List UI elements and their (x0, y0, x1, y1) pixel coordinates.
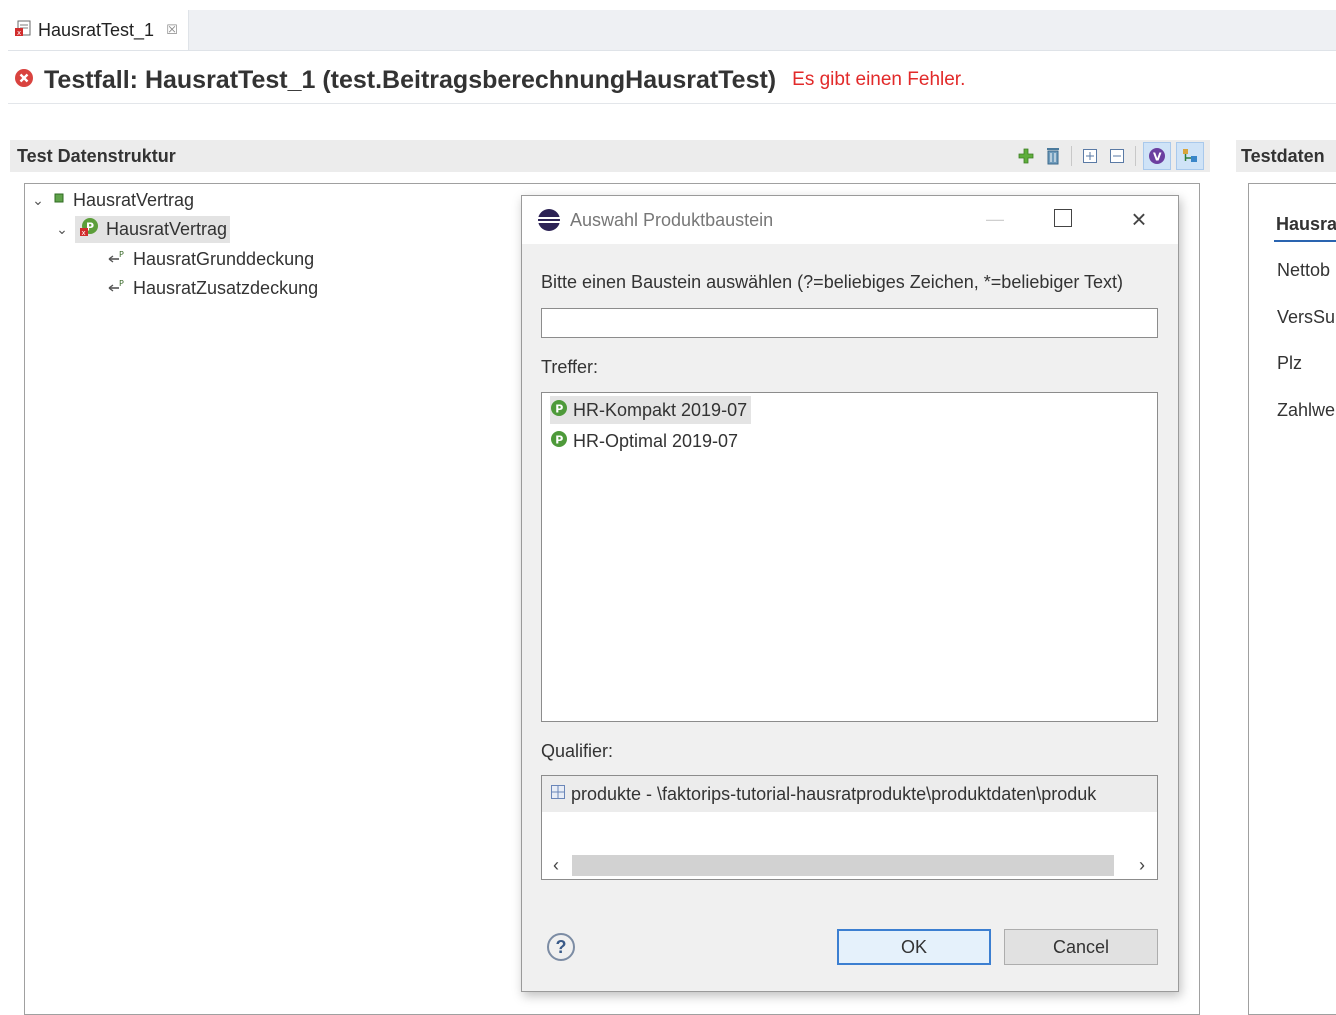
maximize-icon[interactable] (1054, 209, 1072, 227)
product-component-icon: P (550, 430, 568, 453)
search-prompt-label: Bitte einen Baustein auswählen (?=belieb… (541, 272, 1124, 292)
tree-item-selection[interactable]: Px HausratVertrag (75, 215, 231, 243)
horizontal-scrollbar[interactable]: ‹ › (542, 852, 1157, 879)
list-item[interactable]: P HR-Kompakt 2019-07 (550, 396, 752, 424)
editor-tab-label: HausratTest_1 (38, 19, 155, 40)
qualifier-label: Qualifier: (541, 741, 614, 761)
results-label: Treffer: (541, 357, 599, 377)
results-list[interactable]: P HR-Kompakt 2019-07 P HR-Optimal 2019-0… (541, 392, 1158, 722)
tree-item-label: HausratGrunddeckung (133, 248, 315, 269)
eclipse-icon (537, 208, 561, 237)
cancel-button[interactable]: Cancel (1004, 929, 1158, 965)
svg-text:P: P (555, 402, 563, 415)
editor-tab[interactable]: x HausratTest_1 ☒ (8, 10, 189, 50)
add-icon[interactable] (1015, 145, 1037, 167)
coverage-link-icon: P (107, 249, 127, 270)
scroll-left-icon[interactable]: ‹ (546, 852, 566, 879)
test-case-icon: x (14, 19, 32, 42)
list-item-label: HR-Optimal 2019-07 (573, 430, 739, 451)
tree-item[interactable]: P HausratGrunddeckung (107, 245, 314, 273)
svg-text:P: P (119, 279, 124, 288)
section-title: Testdaten (1241, 146, 1325, 166)
svg-text:V: V (1153, 151, 1162, 164)
field-label: VersSu (1277, 307, 1336, 327)
svg-text:x: x (17, 29, 21, 37)
error-icon (14, 68, 34, 93)
search-input[interactable] (541, 308, 1158, 338)
svg-text:P: P (119, 250, 124, 259)
minimize-icon[interactable]: — (984, 204, 1006, 234)
expand-all-icon[interactable] (1079, 145, 1101, 167)
chevron-down-icon[interactable]: ⌄ (55, 221, 69, 238)
field-label: Nettob (1277, 260, 1331, 280)
link-icon[interactable] (1176, 142, 1204, 170)
tab-close-icon[interactable]: ☒ (166, 22, 178, 38)
editor-header: Testfall: HausratTest_1 (test.Beitragsbe… (14, 62, 965, 98)
package-fragment-icon (550, 784, 566, 805)
list-item-label: HR-Kompakt 2019-07 (573, 399, 748, 420)
list-item[interactable]: produkte - \faktorips-tutorial-hausratpr… (542, 776, 1157, 812)
tree-item[interactable]: ⌄ HausratVertrag (31, 186, 194, 214)
close-icon[interactable]: × (1126, 204, 1152, 234)
group-title-underline (1274, 240, 1336, 242)
list-item[interactable]: P HR-Optimal 2019-07 (550, 427, 742, 455)
test-data-section-header: Testdaten (1236, 140, 1336, 172)
product-component-icon: P (550, 399, 568, 422)
coverage-link-icon: P (107, 278, 127, 299)
tree-item-label: HausratVertrag (73, 189, 195, 210)
delete-icon[interactable] (1042, 145, 1064, 167)
policy-type-icon (51, 190, 67, 211)
select-product-component-dialog: Auswahl Produktbaustein — × Bitte einen … (521, 195, 1179, 992)
chevron-down-icon[interactable]: ⌄ (31, 192, 45, 209)
editor-tab-strip: x HausratTest_1 ☒ (8, 10, 1336, 51)
section-title: Test Datenstruktur (17, 145, 176, 166)
tree-item-label: HausratVertrag (106, 218, 228, 239)
svg-text:x: x (82, 229, 86, 237)
tree-item-selected[interactable]: ⌄ Px HausratVertrag (55, 215, 231, 243)
scroll-right-icon[interactable]: › (1132, 852, 1152, 879)
dialog-titlebar[interactable]: Auswahl Produktbaustein — × (522, 196, 1178, 244)
ok-button[interactable]: OK (837, 929, 991, 965)
policy-instance-error-icon: Px (78, 216, 100, 243)
page-title: Testfall: HausratTest_1 (test.Beitragsbe… (44, 65, 777, 94)
validate-icon[interactable]: V (1143, 142, 1171, 170)
help-icon[interactable]: ? (547, 933, 575, 961)
scrollbar-thumb[interactable] (572, 855, 1114, 876)
toolbar-separator (1071, 146, 1072, 166)
group-title[interactable]: Hausra (1276, 214, 1336, 235)
tree-item-label: HausratZusatzdeckung (133, 277, 319, 298)
field-label: Zahlwe (1277, 400, 1336, 420)
header-divider (8, 103, 1336, 104)
section-toolbar: V (1015, 142, 1204, 170)
toolbar-separator (1135, 146, 1136, 166)
svg-text:P: P (555, 433, 563, 446)
qualifier-list[interactable]: produkte - \faktorips-tutorial-hausratpr… (541, 775, 1158, 880)
field-label: Plz (1277, 353, 1303, 373)
error-message: Es gibt einen Fehler. (792, 69, 966, 90)
dialog-title: Auswahl Produktbaustein (570, 210, 774, 230)
test-structure-section-header: Test Datenstruktur V (10, 140, 1210, 172)
tree-item[interactable]: P HausratZusatzdeckung (107, 274, 318, 302)
collapse-all-icon[interactable] (1106, 145, 1128, 167)
list-item-label: produkte - \faktorips-tutorial-hausratpr… (571, 783, 1097, 804)
